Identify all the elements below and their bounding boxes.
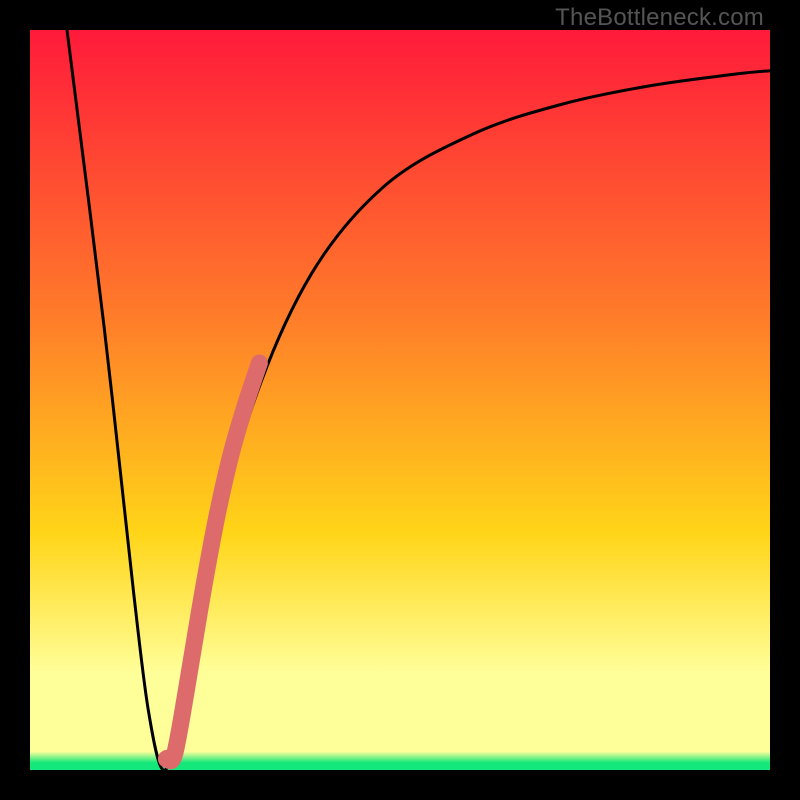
plot-area (30, 30, 770, 770)
chart-frame: TheBottleneck.com (0, 0, 800, 800)
watermark-text: TheBottleneck.com (555, 4, 764, 32)
chart-svg (30, 30, 770, 770)
highlight-dot (158, 750, 176, 768)
